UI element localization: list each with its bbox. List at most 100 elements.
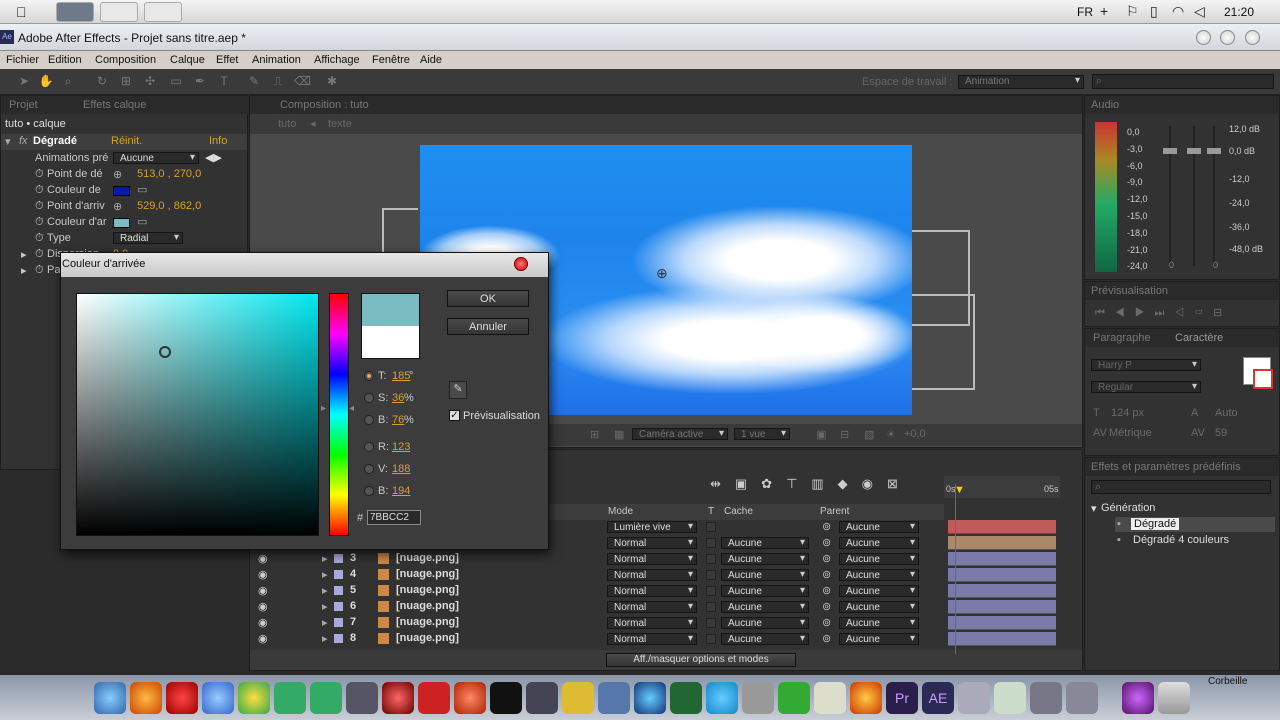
hue-slider[interactable]	[329, 293, 349, 536]
preset-item[interactable]: Dégradé 4 couleurs	[1133, 534, 1229, 546]
leading-value[interactable]: Auto	[1215, 407, 1238, 419]
eyedropper-icon[interactable]: ▭	[137, 183, 147, 196]
app-c-icon[interactable]	[562, 682, 594, 714]
table-row[interactable]: ◉ ▸ 5 [nuage.png] Normal Aucune ⊚ Aucune	[250, 583, 945, 599]
cache-select[interactable]: Aucune	[721, 553, 809, 565]
system-prefs-icon[interactable]	[1066, 682, 1098, 714]
layer-name[interactable]: [nuage.png]	[396, 584, 459, 596]
expand-icon[interactable]: ▾	[1091, 502, 1097, 515]
menu-affichage[interactable]: Affichage	[314, 54, 360, 66]
premiere-icon[interactable]: Pr	[886, 682, 918, 714]
category-generation[interactable]: Génération	[1101, 502, 1155, 514]
stopwatch-icon[interactable]: ⏱	[35, 184, 44, 197]
stopwatch-icon[interactable]: ⏱	[35, 248, 44, 261]
mega-icon[interactable]	[418, 682, 450, 714]
expand-icon[interactable]: ▸	[322, 616, 328, 629]
steam-icon[interactable]	[346, 682, 378, 714]
audio-slider-2[interactable]	[1193, 126, 1195, 266]
stopwatch-icon[interactable]: ⏱	[35, 216, 44, 229]
app-green-icon[interactable]	[778, 682, 810, 714]
downloads-icon[interactable]	[1122, 682, 1154, 714]
cache-select[interactable]: Aucune	[721, 601, 809, 613]
audio-knob[interactable]	[1187, 148, 1201, 154]
menu-calque[interactable]: Calque	[170, 54, 205, 66]
stopwatch-icon[interactable]: ⏱	[35, 200, 44, 213]
info-link[interactable]: Info	[209, 135, 227, 147]
pickwhip-icon[interactable]: ⊚	[822, 616, 831, 629]
apple-icon[interactable]: 	[16, 4, 27, 20]
firefox-icon[interactable]	[130, 682, 162, 714]
tracking-value[interactable]: 59	[1215, 427, 1227, 439]
layer-duration-bar[interactable]	[948, 520, 1056, 534]
app-tab-2[interactable]	[100, 2, 138, 22]
app-tab-3[interactable]	[144, 2, 182, 22]
style-select[interactable]: Regular	[1091, 381, 1201, 393]
preset-item-selected[interactable]: ▪ Dégradé	[1115, 517, 1275, 532]
saturation-brightness-field[interactable]	[76, 293, 319, 536]
playhead-line[interactable]	[955, 484, 956, 654]
expand-icon[interactable]: ▸	[322, 584, 328, 597]
layer-name[interactable]: [nuage.png]	[396, 600, 459, 612]
hue-arrow-right-icon[interactable]: ◂	[349, 403, 354, 414]
close-dialog-button[interactable]	[514, 257, 528, 271]
pickwhip-icon[interactable]: ⊚	[822, 568, 831, 581]
selection-tool-icon[interactable]: ➤	[16, 74, 32, 90]
tab-paragraphe[interactable]: Paragraphe	[1093, 332, 1151, 344]
tab-preview[interactable]: Prévisualisation	[1091, 285, 1168, 297]
hand-tool-icon[interactable]: ✋	[38, 74, 54, 90]
flag-icon[interactable]: ⚐	[1126, 3, 1139, 20]
stopwatch-icon[interactable]: ⏱	[35, 232, 44, 245]
label-color-swatch[interactable]	[334, 634, 343, 643]
app-paper-icon[interactable]	[814, 682, 846, 714]
home-icon[interactable]	[994, 682, 1026, 714]
app-99-icon[interactable]	[670, 682, 702, 714]
app-red-icon[interactable]	[454, 682, 486, 714]
font-select[interactable]: Harry P	[1091, 359, 1201, 371]
menu-fichier[interactable]: Fichier	[6, 54, 39, 66]
skype-icon[interactable]	[706, 682, 738, 714]
menu-effet[interactable]: Effet	[216, 54, 238, 66]
tab-composition[interactable]: Composition : tuto	[280, 99, 369, 111]
end-value[interactable]: 529,0 , 862,0	[137, 200, 201, 212]
start-color-swatch[interactable]	[113, 186, 130, 196]
toggle-modes-button[interactable]: Aff./masquer options et modes	[606, 653, 796, 667]
menu-aide[interactable]: Aide	[420, 54, 442, 66]
parent-select[interactable]: Aucune	[839, 585, 919, 597]
crumb-tuto[interactable]: tuto	[278, 118, 296, 130]
mode-select[interactable]: Normal	[607, 537, 697, 549]
table-row[interactable]: ◉ ▸ 7 [nuage.png] Normal Aucune ⊚ Aucune	[250, 615, 945, 631]
layer-name[interactable]: [nuage.png]	[396, 552, 459, 564]
pickwhip-icon[interactable]: ⊚	[822, 584, 831, 597]
visibility-eye-icon[interactable]: ◉	[258, 568, 268, 581]
workspace-select[interactable]: Animation	[958, 75, 1084, 89]
visibility-eye-icon[interactable]: ◉	[258, 616, 268, 629]
battery-icon[interactable]: ▯	[1150, 3, 1158, 20]
app-74b-icon[interactable]	[310, 682, 342, 714]
render-icon[interactable]: ▣	[816, 428, 826, 441]
font-size-value[interactable]: 124 px	[1111, 407, 1144, 419]
table-row[interactable]: ◉ ▸ 8 [nuage.png] Normal Aucune ⊚ Aucune	[250, 631, 945, 647]
label-color-swatch[interactable]	[334, 602, 343, 611]
mode-select[interactable]: Normal	[607, 601, 697, 613]
layer-duration-bar[interactable]	[948, 632, 1056, 646]
b2-value[interactable]: 194	[392, 485, 410, 497]
t-checkbox[interactable]	[706, 538, 716, 548]
t-value[interactable]: 185	[392, 370, 410, 382]
camera-tool-icon[interactable]: ⊞	[118, 74, 134, 90]
camera-select[interactable]: Caméra active	[632, 428, 728, 440]
playback-controls-icon[interactable]: ⏮◀▶⏭◁▭⊟	[1095, 306, 1232, 320]
t-checkbox[interactable]	[706, 522, 716, 532]
pan-tool-icon[interactable]: ✣	[142, 74, 158, 90]
r-value[interactable]: 123	[392, 441, 410, 453]
stopwatch-icon[interactable]: ⏱	[35, 168, 44, 181]
ok-button[interactable]: OK	[447, 290, 529, 307]
menu-fenetre[interactable]: Fenêtre	[372, 54, 410, 66]
expand-icon[interactable]: ▸	[322, 552, 328, 565]
cancel-button[interactable]: Annuler	[447, 318, 529, 335]
hue-arrow-left-icon[interactable]: ▸	[321, 403, 326, 414]
expand-icon[interactable]: ▸	[322, 600, 328, 613]
audio-slider-3[interactable]	[1213, 126, 1215, 266]
radio-saturation[interactable]	[364, 393, 374, 403]
stroke-color-swatch[interactable]	[1253, 369, 1273, 389]
t-checkbox[interactable]	[706, 602, 716, 612]
